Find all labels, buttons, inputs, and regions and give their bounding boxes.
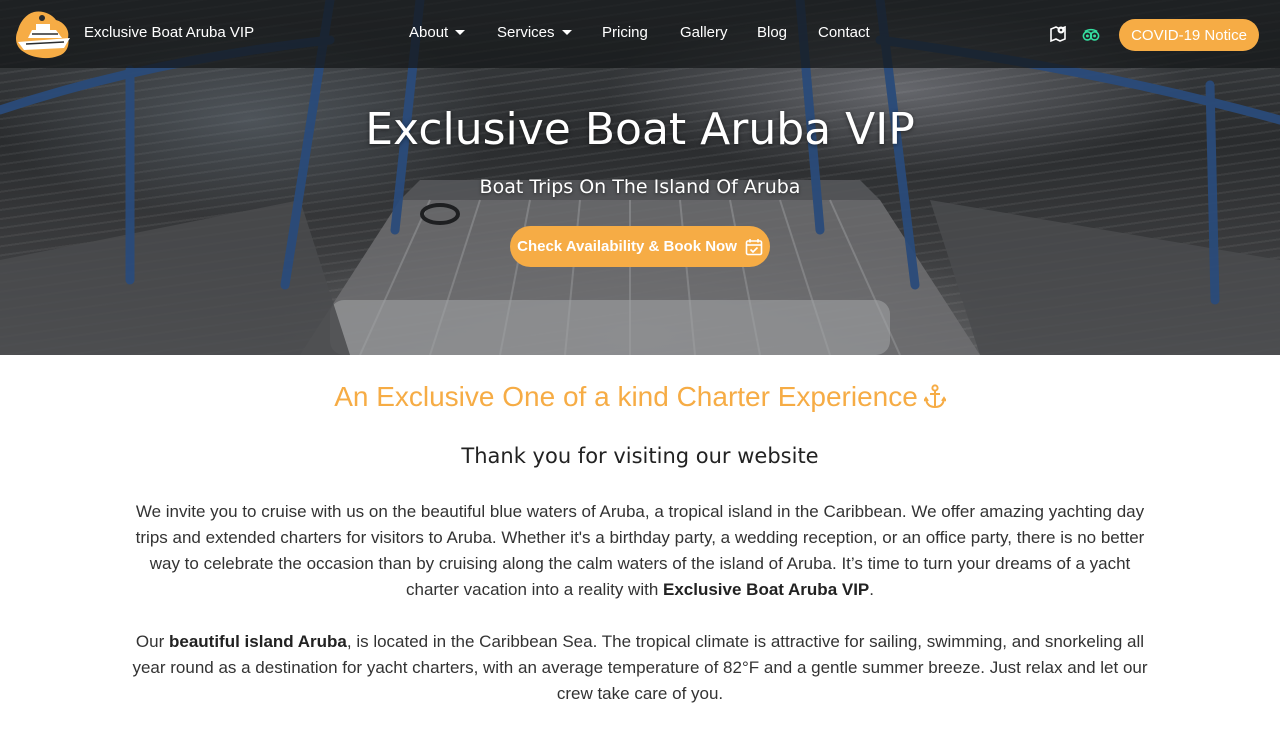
nav-item-about[interactable]: About <box>409 24 466 41</box>
intro-paragraph: We invite you to cruise with us on the b… <box>130 499 1150 603</box>
anchor-icon <box>923 384 946 409</box>
tagline-text: An Exclusive One of a kind Charter Exper… <box>334 381 918 412</box>
island-bold-text: beautiful island Aruba <box>168 632 347 651</box>
hero-subtitle: Boat Trips On The Island Of Aruba <box>479 176 801 198</box>
intro-bold-brand: Exclusive Boat Aruba VIP <box>663 580 870 599</box>
section-tagline: An Exclusive One of a kind Charter Exper… <box>0 381 1280 413</box>
nav-item-blog[interactable]: Blog <box>757 24 787 41</box>
nav-item-pricing[interactable]: Pricing <box>602 24 648 41</box>
nav-item-label: Blog <box>757 24 788 41</box>
chevron-down-icon <box>561 30 572 35</box>
book-now-label: Check Availability & Book Now <box>517 238 737 255</box>
island-paragraph: Our beautiful island Aruba, is located i… <box>130 629 1150 707</box>
intro-end: . <box>869 580 875 599</box>
tripadvisor-icon[interactable] <box>1082 26 1100 44</box>
nav-item-label: Contact <box>818 24 870 41</box>
calendar-check-icon <box>745 238 763 255</box>
thanks-heading: Thank you for visiting our website <box>461 444 819 468</box>
top-navigation-bar: Exclusive Boat Aruba VIP About Services … <box>0 0 1280 68</box>
intro-text: We invite you to cruise with us on the b… <box>135 502 1145 599</box>
covid-notice-button[interactable]: COVID-19 Notice <box>1119 19 1259 51</box>
map-pin-icon[interactable] <box>1049 25 1067 43</box>
chevron-down-icon <box>455 30 466 35</box>
nav-item-label: Pricing <box>602 24 648 41</box>
book-now-button[interactable]: Check Availability & Book Now <box>510 226 770 267</box>
nav-item-label: About <box>409 24 449 41</box>
nav-item-label: Gallery <box>680 24 728 41</box>
nav-item-gallery[interactable]: Gallery <box>680 24 728 41</box>
nav-item-contact[interactable]: Contact <box>818 24 870 41</box>
island-start: Our <box>135 632 169 651</box>
nav-item-label: Services <box>497 24 555 41</box>
hero-title: Exclusive Boat Aruba VIP <box>365 104 915 155</box>
nav-item-services[interactable]: Services <box>497 24 572 41</box>
